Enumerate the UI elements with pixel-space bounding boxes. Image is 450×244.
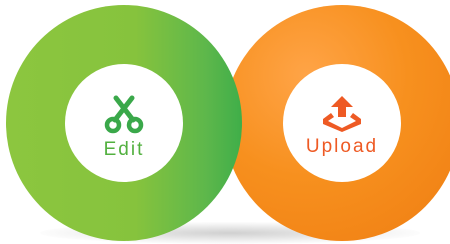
upload-label: Upload: [305, 135, 379, 157]
edit-button[interactable]: Edit: [65, 64, 183, 182]
upload-tray-icon: [323, 95, 361, 132]
edit-label: Edit: [103, 138, 145, 160]
upload-ring[interactable]: Upload: [224, 5, 450, 241]
upload-button[interactable]: Upload: [283, 64, 401, 182]
action-circles: Upload Edit: [0, 0, 450, 244]
scissors-icon: [104, 95, 144, 133]
edit-ring[interactable]: Edit: [6, 5, 242, 241]
